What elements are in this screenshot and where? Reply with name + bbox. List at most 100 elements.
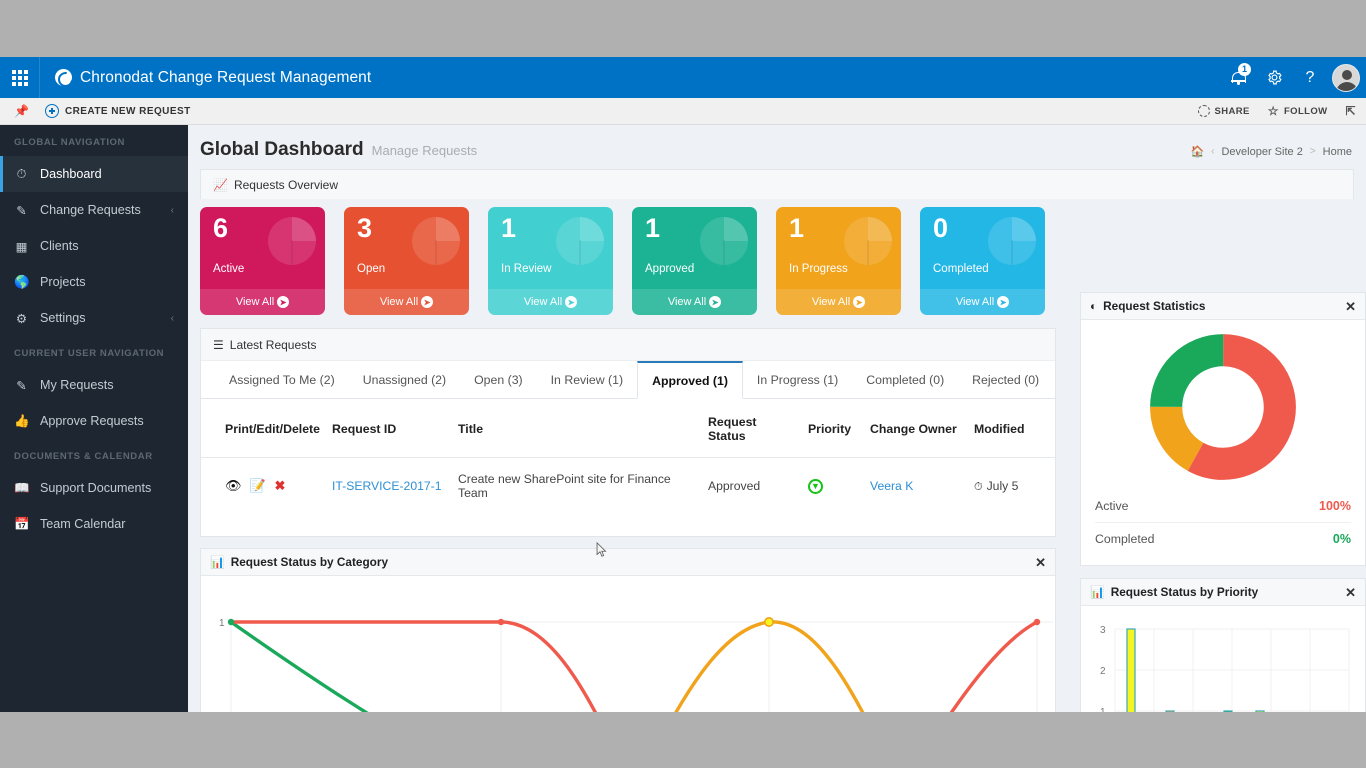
svg-text:2: 2 — [1100, 666, 1106, 677]
tab-rejected[interactable]: Rejected (0) — [958, 361, 1053, 399]
pie-decor-icon — [700, 217, 748, 265]
create-new-request-button[interactable]: CREATE NEW REQUEST — [44, 104, 191, 118]
notifications-button[interactable]: 1 — [1220, 57, 1256, 98]
help-button[interactable]: ? — [1292, 57, 1328, 98]
donut-chart-canvas — [1081, 320, 1365, 486]
app-launcher-button[interactable] — [0, 57, 40, 98]
pie-decor-icon — [556, 217, 604, 265]
close-icon[interactable]: ✕ — [1035, 556, 1046, 569]
command-bar: 📌 CREATE NEW REQUEST SHARE ☆ FOLLOW ⇱ — [0, 98, 1366, 125]
sidebar-item-projects[interactable]: 🌎 Projects — [0, 264, 188, 300]
stat-label: In Review — [501, 263, 552, 275]
home-icon[interactable]: 🏠 — [1190, 145, 1204, 158]
tab-approved[interactable]: Approved (1) — [637, 361, 743, 399]
sidebar-item-dashboard[interactable]: ⏱ Dashboard — [0, 156, 188, 192]
follow-button[interactable]: ☆ FOLLOW — [1268, 104, 1328, 118]
settings-button[interactable] — [1256, 57, 1292, 98]
sidebar-item-settings[interactable]: ⚙ Settings ‹ — [0, 300, 188, 336]
latest-requests-panel: ☰ Latest Requests Assigned To Me (2) Una… — [200, 328, 1056, 537]
page-title: Global Dashboard — [200, 139, 364, 160]
table-row[interactable]: 👁 📝 ✖ IT-SERVICE-2017-1 Create new Share… — [201, 458, 1055, 515]
app-title-text: Chronodat Change Request Management — [80, 68, 372, 86]
stat-card-completed[interactable]: 0 Completed View All ➤ — [920, 207, 1045, 315]
request-priority: ▼ — [802, 458, 864, 515]
arrow-right-icon: ➤ — [565, 296, 578, 308]
list-icon: ☰ — [213, 337, 224, 352]
legend-value: 100% — [1319, 499, 1351, 513]
sidebar-item-label: My Requests — [40, 378, 114, 392]
svg-text:1: 1 — [1100, 707, 1106, 712]
requests-overview-header: 📈 Requests Overview — [200, 169, 1354, 199]
right-widgets-column: ◐ Request Statistics ✕ Active 100% Compl… — [1080, 292, 1366, 712]
breadcrumb-site-link[interactable]: Developer Site 2 — [1221, 146, 1302, 158]
request-statistics-legend: Active 100% Completed 0% — [1081, 486, 1365, 565]
edit-icon[interactable]: 📝 — [250, 478, 266, 493]
view-all-button[interactable]: View All ➤ — [488, 289, 613, 315]
stat-count: 3 — [357, 213, 373, 243]
close-icon[interactable]: ✕ — [1345, 586, 1356, 599]
tab-unassigned[interactable]: Unassigned (2) — [349, 361, 460, 399]
pin-icon[interactable]: 📌 — [14, 104, 29, 118]
view-all-button[interactable]: View All ➤ — [200, 289, 325, 315]
sidebar-item-my-requests[interactable]: ✎ My Requests — [0, 367, 188, 403]
priority-chart-header: 📊 Request Status by Priority ✕ — [1081, 579, 1365, 606]
breadcrumb-arrow-icon: ‹ — [1211, 146, 1215, 157]
tab-assigned-to-me[interactable]: Assigned To Me (2) — [215, 361, 349, 399]
globe-icon: 🌎 — [14, 274, 30, 289]
request-title: Create new SharePoint site for Finance T… — [457, 472, 671, 500]
stat-card-in-progress[interactable]: 1 In Progress View All ➤ — [776, 207, 901, 315]
pie-chart-icon: ◐ — [1090, 299, 1098, 313]
sidebar-section-documents: DOCUMENTS & CALENDAR — [14, 451, 153, 462]
view-all-label: View All — [667, 296, 707, 308]
view-all-label: View All — [811, 296, 851, 308]
request-id-link[interactable]: IT-SERVICE-2017-1 — [332, 479, 442, 493]
view-all-label: View All — [955, 296, 995, 308]
view-all-button[interactable]: View All ➤ — [632, 289, 757, 315]
sidebar-item-change-requests[interactable]: ✎ Change Requests ‹ — [0, 192, 188, 228]
tab-completed[interactable]: Completed (0) — [852, 361, 958, 399]
sidebar-item-approve-requests[interactable]: 👍 Approve Requests — [0, 403, 188, 439]
breadcrumb-separator: > — [1309, 146, 1316, 157]
requests-table: Print/Edit/Delete Request ID Title Reque… — [201, 399, 1055, 514]
category-chart-widget: 📊 Request Status by Category ✕ 1 — [200, 548, 1056, 712]
sidebar-item-team-calendar[interactable]: 📅 Team Calendar — [0, 506, 188, 542]
latest-requests-header: ☰ Latest Requests — [201, 329, 1055, 361]
focus-on-content-button[interactable]: ⇱ — [1346, 104, 1356, 118]
delete-icon[interactable]: ✖ — [274, 478, 285, 493]
close-icon[interactable]: ✕ — [1345, 300, 1356, 313]
column-change-owner: Change Owner — [863, 399, 968, 458]
share-icon — [1197, 105, 1210, 117]
tab-open[interactable]: Open (3) — [460, 361, 537, 399]
share-button[interactable]: SHARE — [1197, 105, 1250, 117]
eye-icon[interactable]: 👁 — [225, 478, 242, 493]
content-area: Global Dashboard Manage Requests 🏠 ‹ Dev… — [188, 125, 1366, 712]
legend-label: Completed — [1095, 532, 1155, 546]
sidebar-item-clients[interactable]: ▦ Clients — [0, 228, 188, 264]
stat-card-open[interactable]: 3 Open View All ➤ — [344, 207, 469, 315]
change-owner-link[interactable]: Veera K — [870, 479, 913, 493]
share-label: SHARE — [1214, 105, 1250, 117]
gears-icon: ⚙ — [15, 311, 28, 326]
breadcrumb-page-link[interactable]: Home — [1323, 146, 1352, 158]
app-title[interactable]: Chronodat Change Request Management — [55, 69, 371, 87]
pie-decor-icon — [412, 217, 460, 265]
stat-label: Active — [213, 263, 245, 275]
table-header-row: Print/Edit/Delete Request ID Title Reque… — [201, 399, 1055, 458]
legend-row-completed: Completed 0% — [1095, 523, 1351, 555]
priority-chart-title: Request Status by Priority — [1110, 585, 1259, 599]
avatar[interactable] — [1332, 63, 1360, 92]
sidebar-item-support-documents[interactable]: 📖 Support Documents — [0, 470, 188, 506]
stat-card-active[interactable]: 6 Active View All ➤ — [200, 207, 325, 315]
tab-in-review[interactable]: In Review (1) — [537, 361, 637, 399]
tab-in-progress[interactable]: In Progress (1) — [743, 361, 852, 399]
stat-card-approved[interactable]: 1 Approved View All ➤ — [632, 207, 757, 315]
stat-card-in-review[interactable]: 1 In Review View All ➤ — [488, 207, 613, 315]
view-all-button[interactable]: View All ➤ — [920, 289, 1045, 315]
request-status: Approved — [707, 479, 761, 493]
page-subtitle: Manage Requests — [371, 143, 478, 158]
gear-icon — [1267, 70, 1282, 85]
view-all-button[interactable]: View All ➤ — [344, 289, 469, 315]
stat-cards: 6 Active View All ➤ 3 Open View All ➤ 1 … — [188, 199, 1068, 315]
view-all-button[interactable]: View All ➤ — [776, 289, 901, 315]
bar-chart-icon: 📊 — [1090, 585, 1105, 599]
